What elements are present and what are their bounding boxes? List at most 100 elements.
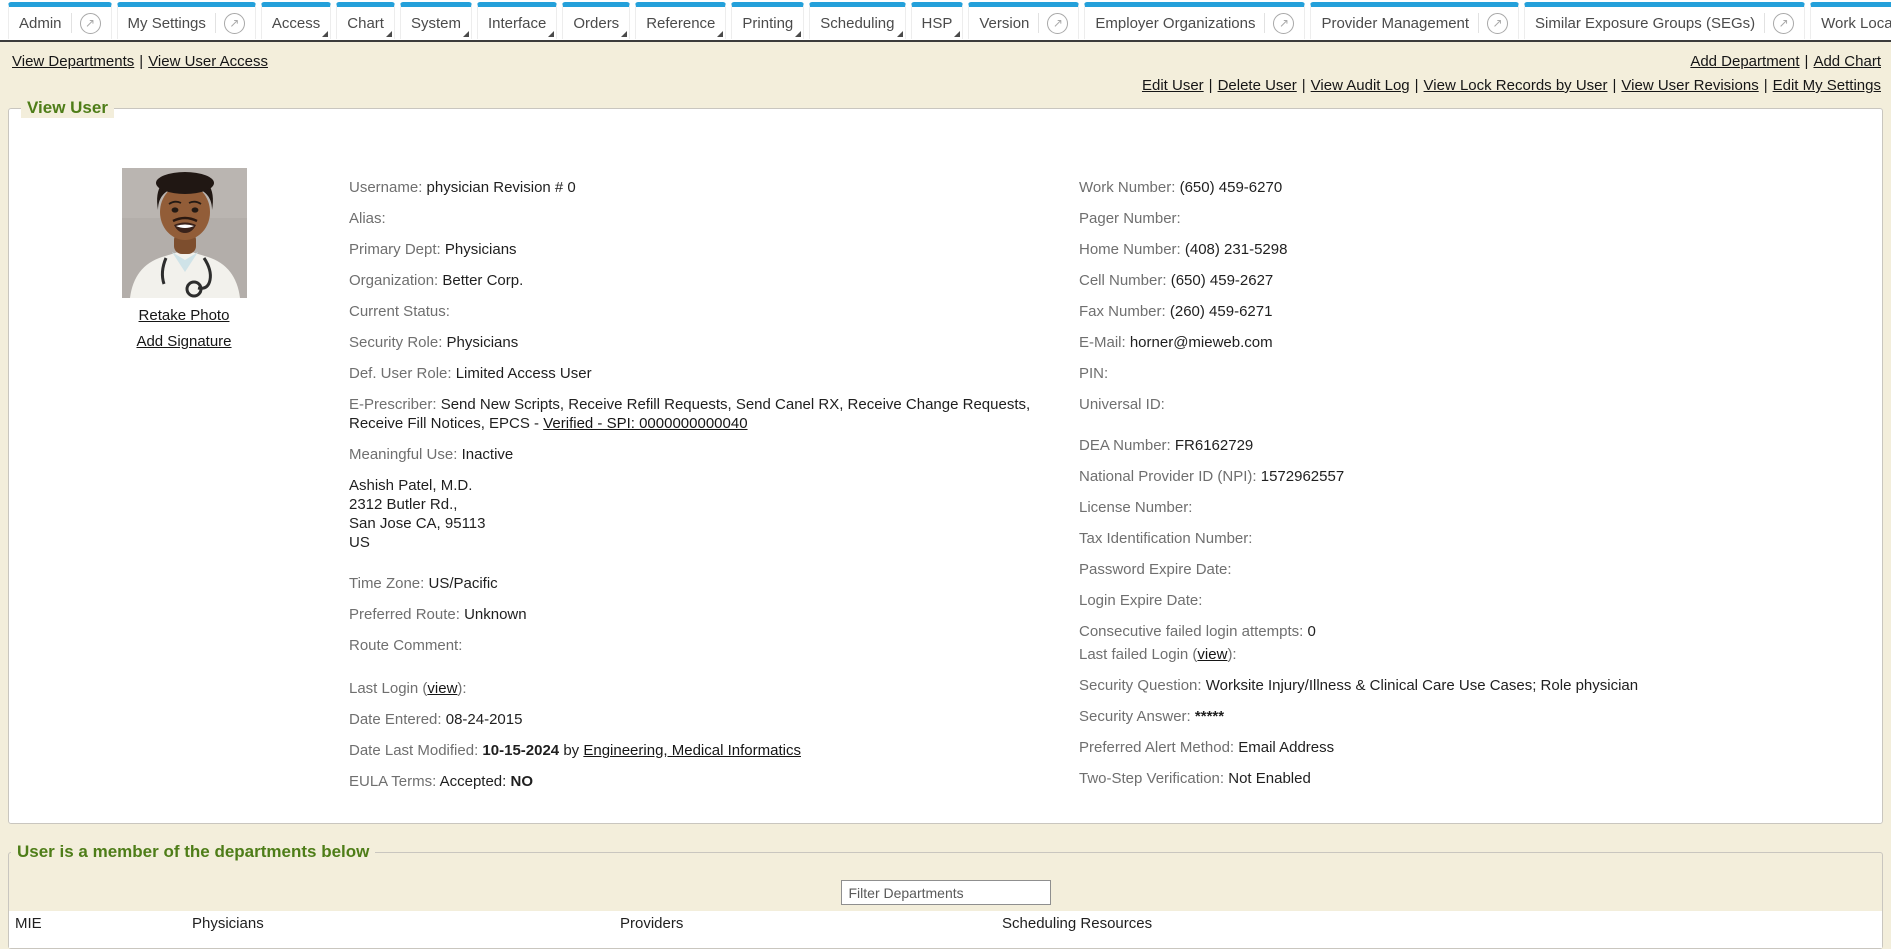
user-address: Ashish Patel, M.D. 2312 Butler Rd., San … xyxy=(349,476,1079,552)
tab-provider-management[interactable]: Provider Management ↗ xyxy=(1310,2,1519,39)
tab-label: Similar Exposure Groups (SEGs) xyxy=(1535,15,1755,32)
link-bar-top: View Departments | View User Access Add De… xyxy=(0,42,1891,70)
field-date-last-modified: Date Last Modified: 10-15-2024 by Engine… xyxy=(349,741,1079,760)
tab-employer-organizations[interactable]: Employer Organizations ↗ xyxy=(1084,2,1305,39)
tab-label: Employer Organizations xyxy=(1095,15,1255,32)
tab-label: HSP xyxy=(922,15,953,32)
add-department-link[interactable]: Add Department xyxy=(1690,53,1799,70)
external-link-icon[interactable]: ↗ xyxy=(1773,13,1794,34)
tab-system[interactable]: System xyxy=(400,2,472,39)
department-cell: Scheduling Resources xyxy=(996,911,1882,948)
view-lock-records-link[interactable]: View Lock Records by User xyxy=(1424,77,1608,94)
link-separator: | xyxy=(139,53,143,70)
view-user-revisions-link[interactable]: View User Revisions xyxy=(1621,77,1758,94)
dropdown-caret-icon xyxy=(621,31,627,37)
departments-table: MIE Physicians Providers Scheduling Reso… xyxy=(9,911,1882,948)
table-row[interactable]: MIE Physicians Providers Scheduling Reso… xyxy=(9,911,1882,948)
dropdown-caret-icon xyxy=(463,31,469,37)
user-photo xyxy=(122,168,247,298)
tab-reference[interactable]: Reference xyxy=(635,2,726,39)
tab-admin[interactable]: Admin ↗ xyxy=(8,2,112,39)
edit-my-settings-link[interactable]: Edit My Settings xyxy=(1773,77,1881,94)
link-separator: | xyxy=(1613,77,1617,94)
tab-interface[interactable]: Interface xyxy=(477,2,557,39)
field-email: E-Mail: horner@mieweb.com xyxy=(1079,333,1872,352)
filter-row xyxy=(9,880,1882,905)
tab-label: Scheduling xyxy=(820,15,894,32)
view-departments-link[interactable]: View Departments xyxy=(12,53,134,70)
field-meaningful-use: Meaningful Use: Inactive xyxy=(349,445,1079,464)
link-separator: | xyxy=(1209,77,1213,94)
tab-label: Reference xyxy=(646,15,715,32)
user-details-left: Username: physician Revision # 0 Alias: … xyxy=(349,148,1079,803)
field-e-prescriber: E-Prescriber: Send New Scripts, Receive … xyxy=(349,395,1079,433)
tab-label: My Settings xyxy=(128,15,206,32)
field-security-role: Security Role: Physicians xyxy=(349,333,1079,352)
field-login-expire: Login Expire Date: xyxy=(1079,591,1872,610)
tab-label: Access xyxy=(272,15,320,32)
field-alias: Alias: xyxy=(349,209,1079,228)
last-failed-login-view-link[interactable]: view xyxy=(1197,646,1227,663)
link-separator: | xyxy=(1415,77,1419,94)
department-cell: MIE xyxy=(9,911,186,948)
field-current-status: Current Status: xyxy=(349,302,1079,321)
external-link-icon[interactable]: ↗ xyxy=(1047,13,1068,34)
tab-divider xyxy=(1038,13,1039,33)
external-link-icon[interactable]: ↗ xyxy=(224,13,245,34)
field-primary-dept: Primary Dept: Physicians xyxy=(349,240,1079,259)
tab-label: Interface xyxy=(488,15,546,32)
address-line: Ashish Patel, M.D. xyxy=(349,476,1079,495)
last-login-view-link[interactable]: view xyxy=(427,680,457,697)
field-fax-number: Fax Number: (260) 459-6271 xyxy=(1079,302,1872,321)
right-links-row1: Add Department|Add Chart xyxy=(1690,53,1881,70)
field-cell-number: Cell Number: (650) 459-2627 xyxy=(1079,271,1872,290)
tab-work-locations[interactable]: Work Locations ↗ xyxy=(1810,2,1891,39)
field-work-number: Work Number: (650) 459-6270 xyxy=(1079,178,1872,197)
dropdown-caret-icon xyxy=(954,31,960,37)
view-audit-log-link[interactable]: View Audit Log xyxy=(1311,77,1410,94)
field-organization: Organization: Better Corp. xyxy=(349,271,1079,290)
field-pager-number: Pager Number: xyxy=(1079,209,1872,228)
tab-label: System xyxy=(411,15,461,32)
field-failed-attempts: Consecutive failed login attempts: 0 xyxy=(1079,622,1872,641)
tab-hsp[interactable]: HSP xyxy=(911,2,964,39)
view-user-access-link[interactable]: View User Access xyxy=(148,53,268,70)
tab-label: Admin xyxy=(19,15,62,32)
field-two-step-verification: Two-Step Verification: Not Enabled xyxy=(1079,769,1872,788)
tab-divider xyxy=(71,13,72,33)
field-last-login: Last Login (view): xyxy=(349,679,1079,698)
edit-user-link[interactable]: Edit User xyxy=(1142,77,1204,94)
tab-label: Orders xyxy=(573,15,619,32)
user-details-right: Work Number: (650) 459-6270 Pager Number… xyxy=(1079,148,1872,800)
dropdown-caret-icon xyxy=(322,31,328,37)
tab-printing[interactable]: Printing xyxy=(731,2,804,39)
tab-version[interactable]: Version ↗ xyxy=(968,2,1079,39)
tab-label: Chart xyxy=(347,15,384,32)
address-line: San Jose CA, 95113 xyxy=(349,514,1079,533)
dropdown-caret-icon xyxy=(386,31,392,37)
delete-user-link[interactable]: Delete User xyxy=(1218,77,1297,94)
tab-access[interactable]: Access xyxy=(261,2,331,39)
department-cell: Providers xyxy=(614,911,996,948)
field-date-entered: Date Entered: 08-24-2015 xyxy=(349,710,1079,729)
tab-chart[interactable]: Chart xyxy=(336,2,395,39)
spi-verified-link[interactable]: Verified - SPI: 0000000000040 xyxy=(543,415,747,432)
tab-orders[interactable]: Orders xyxy=(562,2,630,39)
add-chart-link[interactable]: Add Chart xyxy=(1813,53,1881,70)
external-link-icon[interactable]: ↗ xyxy=(80,13,101,34)
external-link-icon[interactable]: ↗ xyxy=(1487,13,1508,34)
dropdown-caret-icon xyxy=(548,31,554,37)
tab-similar-exposure-groups[interactable]: Similar Exposure Groups (SEGs) ↗ xyxy=(1524,2,1805,39)
modified-by-user-link[interactable]: Engineering, Medical Informatics xyxy=(583,742,801,759)
retake-photo-link[interactable]: Retake Photo xyxy=(19,307,349,324)
external-link-icon[interactable]: ↗ xyxy=(1273,13,1294,34)
add-signature-link[interactable]: Add Signature xyxy=(19,333,349,350)
tab-label: Printing xyxy=(742,15,793,32)
tab-scheduling[interactable]: Scheduling xyxy=(809,2,905,39)
tab-my-settings[interactable]: My Settings ↗ xyxy=(117,2,256,39)
filter-departments-input[interactable] xyxy=(841,880,1051,905)
field-preferred-alert-method: Preferred Alert Method: Email Address xyxy=(1079,738,1872,757)
dropdown-caret-icon xyxy=(717,31,723,37)
field-preferred-route: Preferred Route: Unknown xyxy=(349,605,1079,624)
field-home-number: Home Number: (408) 231-5298 xyxy=(1079,240,1872,259)
